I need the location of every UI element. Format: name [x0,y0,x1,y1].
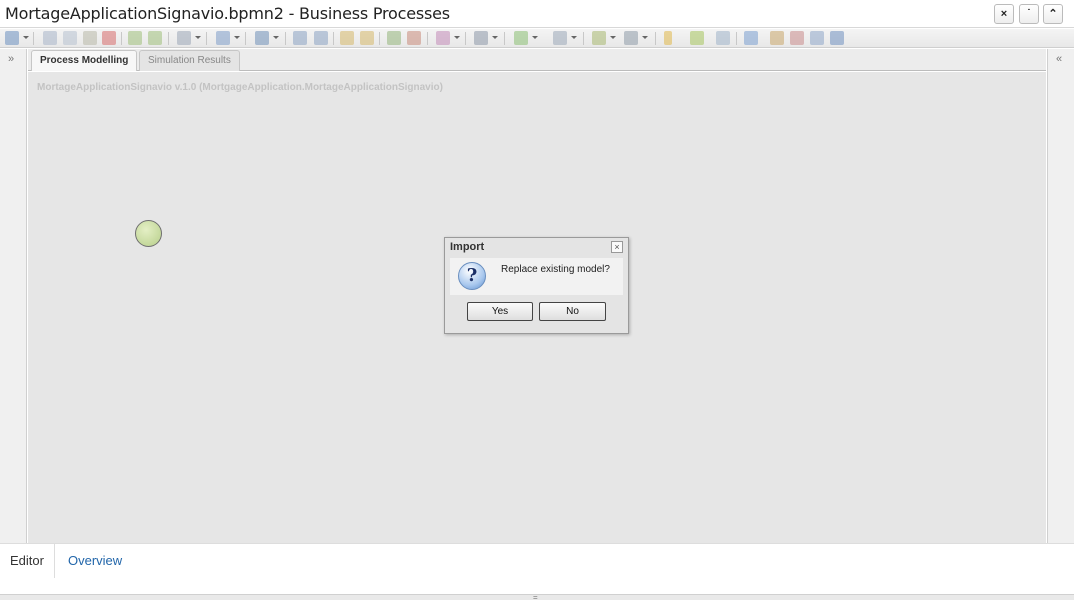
question-icon: ? [458,262,486,290]
tab-simulation-results[interactable]: Simulation Results [139,50,240,71]
toolbar-separator [168,32,169,45]
properties-dropdown-arrow[interactable] [492,36,498,39]
unlock-icon[interactable] [360,31,374,45]
paste-icon[interactable] [83,31,97,45]
toolbar-separator [33,32,34,45]
designer-toolbar [0,29,1074,48]
tools-icon[interactable] [553,31,567,45]
lock-icon[interactable] [340,31,354,45]
align-dropdown-arrow[interactable] [610,36,616,39]
layout-icon[interactable] [436,31,450,45]
select-all-icon[interactable] [293,31,307,45]
deploy-icon[interactable] [255,31,269,45]
window-title: MortageApplicationSignavio.bpmn2 - Busin… [5,4,450,23]
expand-right-panel-icon[interactable]: « [1056,53,1062,65]
fullscreen-icon[interactable] [830,31,844,45]
toolbar-separator [504,32,505,45]
dialog-title: Import [450,241,485,253]
close-editor-button[interactable]: × [994,4,1014,24]
title-bar: MortageApplicationSignavio.bpmn2 - Busin… [0,0,1074,28]
align-icon[interactable] [592,31,606,45]
toolbar-separator [736,32,737,45]
viewport-icon[interactable] [810,31,824,45]
add-docker-icon[interactable] [387,31,401,45]
layout-dropdown-arrow[interactable] [454,36,460,39]
prev-icon[interactable] [770,31,784,45]
view-dropdown-arrow[interactable] [234,36,240,39]
import-icon[interactable] [514,31,528,45]
tab-process-modelling[interactable]: Process Modelling [31,50,138,71]
toolbar-separator [206,32,207,45]
dialog-body: ? Replace existing model? [450,258,623,295]
no-button[interactable]: No [539,302,606,321]
fit-icon[interactable] [716,31,730,45]
properties-icon[interactable] [474,31,488,45]
simulation-icon[interactable] [624,31,638,45]
import-dropdown-arrow[interactable] [532,36,538,39]
yes-button[interactable]: Yes [467,302,533,321]
import-dialog: Import × ? Replace existing model? Yes N… [444,237,629,334]
toolbar-separator [655,32,656,45]
start-event-node[interactable] [135,220,162,247]
tab-editor[interactable]: Editor [0,544,55,578]
maximize-button[interactable]: ⌃ [1043,4,1063,24]
toolbar-separator [465,32,466,45]
view-icon[interactable] [216,31,230,45]
toolbar-separator [285,32,286,45]
save-dropdown-arrow[interactable] [23,36,29,39]
simulation-dropdown-arrow[interactable] [642,36,648,39]
redo-icon[interactable] [148,31,162,45]
dialog-close-icon[interactable]: × [611,241,623,253]
copy-icon[interactable] [63,31,77,45]
remove-docker-icon[interactable] [407,31,421,45]
dialog-header: Import × [445,238,628,257]
history-icon[interactable] [177,31,191,45]
status-bar: = [0,594,1074,602]
cut-icon[interactable] [43,31,57,45]
edit-icon[interactable] [690,31,704,45]
undo-icon[interactable] [128,31,142,45]
toolbar-separator [245,32,246,45]
delete-icon[interactable] [102,31,116,45]
toolbar-separator [121,32,122,45]
toolbar-separator [427,32,428,45]
process-caption: MortageApplicationSignavio v.1.0 (Mortga… [37,82,443,93]
toolbar-separator [333,32,334,45]
tab-overview[interactable]: Overview [68,544,122,578]
expand-left-panel-icon[interactable]: » [8,53,14,65]
right-panel: « [1047,49,1074,543]
unselect-icon[interactable] [314,31,328,45]
export-icon[interactable] [744,31,758,45]
toolbar-separator [379,32,380,45]
save-icon[interactable] [5,31,19,45]
toolbar-separator [583,32,584,45]
tools-dropdown-arrow[interactable] [571,36,577,39]
history-dropdown-arrow[interactable] [195,36,201,39]
color-icon[interactable] [664,31,672,45]
editor-tabs: Process Modelling Simulation Results [28,49,1046,71]
minimize-button[interactable]: ˙ [1019,4,1039,24]
dialog-message: Replace existing model? [501,264,610,275]
next-icon[interactable] [790,31,804,45]
resize-grip-icon[interactable]: = [533,594,538,602]
bottom-tab-bar: Editor Overview [0,543,1074,578]
deploy-dropdown-arrow[interactable] [273,36,279,39]
left-panel: » [0,49,27,543]
